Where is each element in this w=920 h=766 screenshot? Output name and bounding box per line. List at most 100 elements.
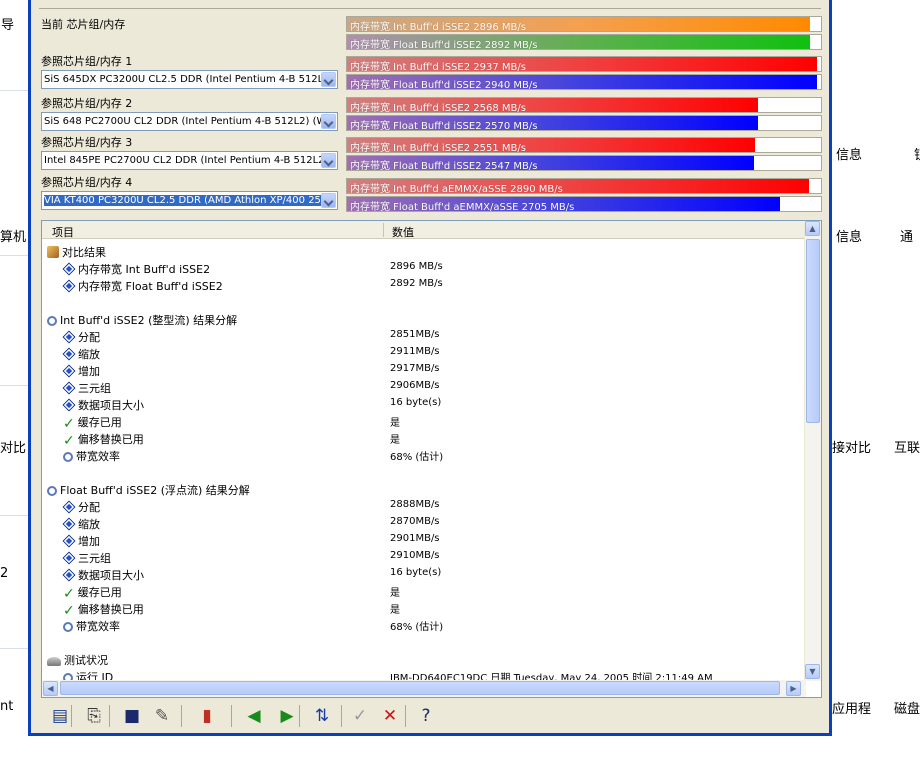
- table-row[interactable]: Float Buff'd iSSE2 (浮点流) 结果分解: [42, 480, 802, 497]
- horizontal-scrollbar[interactable]: ◀ ▶: [42, 680, 806, 697]
- results-list[interactable]: 项目 数值 对比结果 内存带宽 Int Buff'd iSSE2 2896 MB/s…: [41, 220, 822, 698]
- scroll-up-icon[interactable]: ▲: [805, 221, 820, 236]
- bg-fragment-8: 信息: [836, 230, 863, 245]
- toolbar-separator: [231, 705, 232, 727]
- row-label: 缓存已用: [77, 416, 122, 429]
- bg-fragment-9: 通: [900, 230, 914, 245]
- ref1-select[interactable]: SiS 645DX PC3200U CL2.5 DDR (Intel Penti…: [41, 70, 338, 89]
- ref1-float-bar: 内存带宽 Float Buff'd iSSE2 2940 MB/s: [346, 74, 822, 91]
- report-icon[interactable]: ▤: [49, 705, 71, 727]
- vertical-scrollbar[interactable]: ▲ ▼: [804, 221, 821, 681]
- table-row[interactable]: Int Buff'd iSSE2 (整型流) 结果分解: [42, 310, 802, 327]
- row-label: 带宽效率: [76, 450, 120, 463]
- scroll-down-icon[interactable]: ▼: [805, 664, 820, 679]
- row-label: 增加: [78, 365, 100, 378]
- toolbar-separator: [341, 705, 342, 727]
- help-icon[interactable]: ?: [415, 705, 437, 727]
- chevron-down-icon[interactable]: [321, 72, 336, 87]
- row-item: Int Buff'd iSSE2 (整型流) 结果分解: [47, 312, 237, 328]
- table-row[interactable]: 缩放 2870MB/s: [42, 514, 802, 531]
- forward-icon[interactable]: ▶: [276, 705, 298, 727]
- select-value: SiS 645DX PC3200U CL2.5 DDR (Intel Penti…: [44, 74, 334, 85]
- chevron-down-icon[interactable]: [321, 193, 336, 208]
- row-label: Float Buff'd iSSE2 (浮点流) 结果分解: [60, 484, 250, 497]
- row-value: 16 byte(s): [390, 567, 442, 578]
- table-row[interactable]: 带宽效率 68% (估计): [42, 446, 802, 463]
- row-label: 内存带宽 Int Buff'd iSSE2: [78, 263, 211, 276]
- scroll-left-icon[interactable]: ◀: [43, 681, 58, 696]
- row-value: 2888MB/s: [390, 499, 440, 510]
- table-row[interactable]: 数据项目大小 16 byte(s): [42, 395, 802, 412]
- row-item: 三元组: [62, 380, 111, 396]
- chevron-down-icon[interactable]: [321, 153, 336, 168]
- table-row[interactable]: ✓ 缓存已用是: [42, 412, 802, 431]
- bar-label: 内存带宽 Float Buff'd iSSE2 2547 MB/s: [350, 161, 538, 172]
- diamond-icon: [62, 398, 76, 412]
- table-row[interactable]: ✓ 缓存已用是: [42, 582, 802, 601]
- scroll-thumb[interactable]: [806, 239, 820, 423]
- table-row[interactable]: 三元组 2906MB/s: [42, 378, 802, 395]
- row-value: 2892 MB/s: [390, 278, 443, 289]
- refresh-icon[interactable]: ⇅: [311, 705, 333, 727]
- table-row[interactable]: 增加 2901MB/s: [42, 531, 802, 548]
- scroll-thumb-horizontal[interactable]: [60, 681, 780, 695]
- row-value: 2901MB/s: [390, 533, 440, 544]
- ref3-select[interactable]: Intel 845PE PC2700U CL2 DDR (Intel Penti…: [41, 151, 338, 170]
- bar-label: 内存带宽 Float Buff'd iSSE2 2940 MB/s: [350, 80, 538, 91]
- diamond-icon: [62, 568, 76, 582]
- table-row[interactable]: 内存带宽 Int Buff'd iSSE2 2896 MB/s: [42, 259, 802, 276]
- row-item: 缩放: [62, 516, 100, 532]
- row-label: 三元组: [78, 552, 111, 565]
- row-item: Float Buff'd iSSE2 (浮点流) 结果分解: [47, 482, 250, 498]
- column-header-item[interactable]: 项目: [52, 224, 74, 240]
- cancel-icon[interactable]: ✕: [379, 705, 401, 727]
- ref1-label: 参照芯片组/内存 1: [41, 55, 133, 68]
- ref2-select[interactable]: SiS 648 PC2700U CL2 DDR (Intel Pentium 4…: [41, 112, 338, 131]
- table-row[interactable]: ✓ 偏移替换已用是: [42, 599, 802, 618]
- table-row[interactable]: 分配 2851MB/s: [42, 327, 802, 344]
- ref4-select[interactable]: VIA KT400 PC3200U CL2.5 DDR (AMD Athlon …: [41, 191, 338, 210]
- table-row[interactable]: 带宽效率 68% (估计): [42, 616, 802, 633]
- row-value: 2851MB/s: [390, 329, 440, 340]
- bg-fragment-13: 磁盘: [894, 702, 920, 717]
- table-row[interactable]: ✓ 偏移替换已用是: [42, 429, 802, 448]
- bg-fragment-11: 互联: [894, 441, 920, 456]
- toolbar-separator: [71, 705, 72, 727]
- table-row[interactable]: 三元组 2910MB/s: [42, 548, 802, 565]
- row-item: 三元组: [62, 550, 111, 566]
- table-row[interactable]: 对比结果: [42, 242, 802, 259]
- current-int-bar: 内存带宽 Int Buff'd iSSE2 2896 MB/s: [346, 16, 822, 33]
- bg-fragment-5: nt: [0, 699, 14, 714]
- chart-icon[interactable]: ▮: [196, 705, 218, 727]
- row-label: 偏移替换已用: [77, 603, 144, 616]
- row-value: 是: [390, 605, 400, 616]
- column-header-value[interactable]: 数值: [392, 224, 414, 240]
- table-row[interactable]: 内存带宽 Float Buff'd iSSE2 2892 MB/s: [42, 276, 802, 293]
- ref2-float-bar: 内存带宽 Float Buff'd iSSE2 2570 MB/s: [346, 115, 822, 132]
- table-row[interactable]: 数据项目大小 16 byte(s): [42, 565, 802, 582]
- bar-label: 内存带宽 Float Buff'd iSSE2 2892 MB/s: [350, 40, 538, 51]
- test-icon: [47, 657, 61, 666]
- row-label: 增加: [78, 535, 100, 548]
- row-item: 分配: [62, 329, 100, 345]
- bar-label: 内存带宽 Float Buff'd aEMMX/aSSE 2705 MB/s: [350, 202, 575, 213]
- table-row[interactable]: 增加 2917MB/s: [42, 361, 802, 378]
- toolbar-separator: [405, 705, 406, 727]
- ok-icon[interactable]: ✓: [349, 705, 371, 727]
- preferences-icon[interactable]: ✎: [151, 705, 173, 727]
- save-icon[interactable]: ■: [121, 705, 143, 727]
- row-item: 增加: [62, 363, 100, 379]
- scroll-right-icon[interactable]: ▶: [786, 681, 801, 696]
- row-label: 缩放: [78, 348, 100, 361]
- row-value: 是: [390, 418, 400, 429]
- table-row[interactable]: 分配 2888MB/s: [42, 497, 802, 514]
- bg-fragment-2: 算机: [0, 230, 27, 245]
- table-row[interactable]: 缩放 2911MB/s: [42, 344, 802, 361]
- table-row[interactable]: 测试状况: [42, 650, 802, 667]
- back-icon[interactable]: ◀: [243, 705, 265, 727]
- bg-fragment-12: 应用程: [832, 702, 872, 717]
- chevron-down-icon[interactable]: [321, 114, 336, 129]
- bg-fragment-10: 接对比: [832, 441, 872, 456]
- copy-icon[interactable]: ⎘: [83, 705, 105, 727]
- row-label: 数据项目大小: [78, 399, 144, 412]
